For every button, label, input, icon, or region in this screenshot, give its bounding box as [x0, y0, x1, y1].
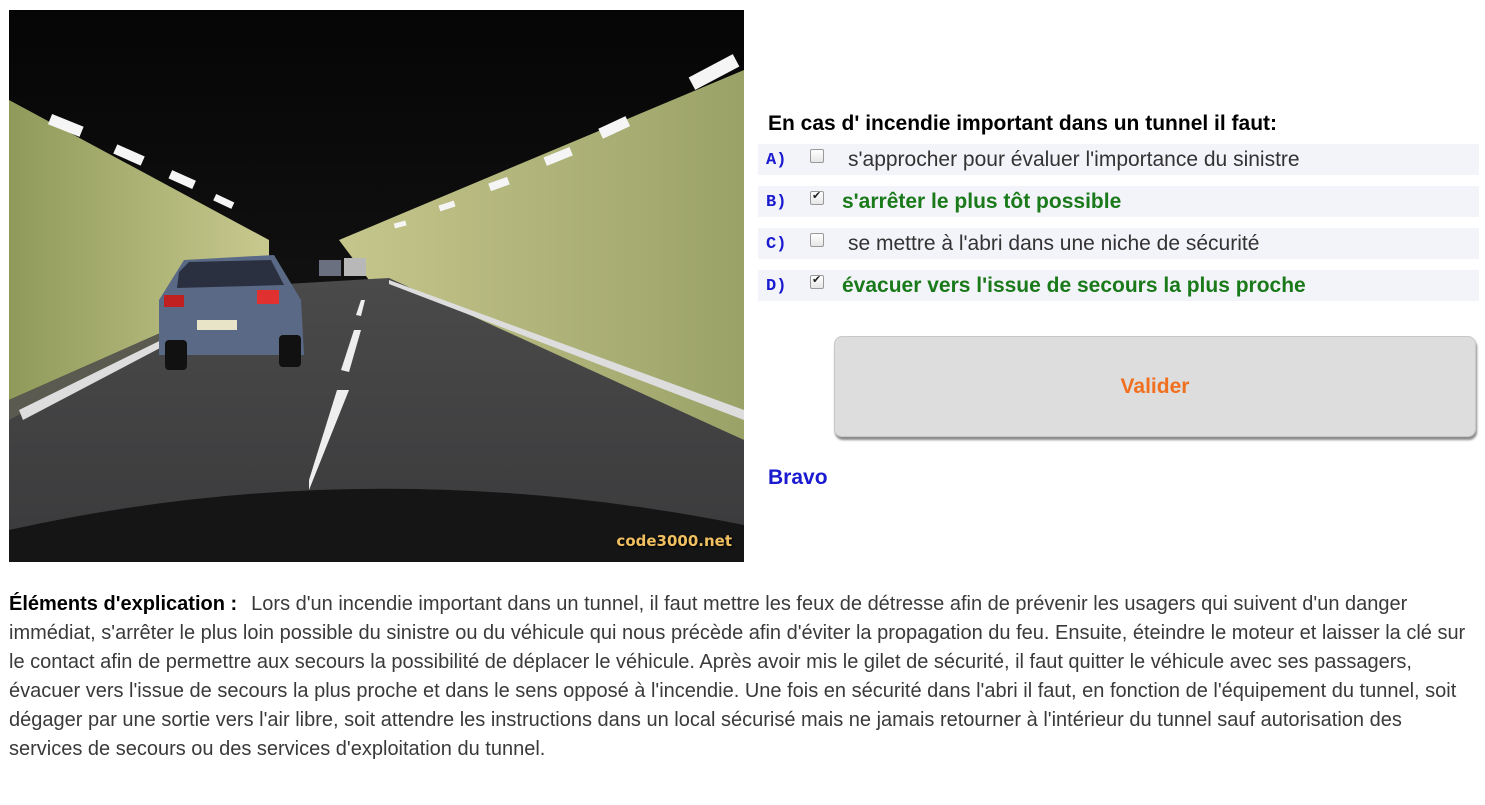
- answer-letter: D): [766, 277, 787, 296]
- question-photo: code3000.net: [9, 10, 744, 562]
- answer-list: A) s'approcher pour évaluer l'importance…: [758, 144, 1479, 312]
- answer-option-d[interactable]: D) évacuer vers l'issue de secours la pl…: [758, 270, 1479, 301]
- answer-label: se mettre à l'abri dans une niche de séc…: [848, 232, 1260, 255]
- photo-watermark: code3000.net: [616, 532, 732, 550]
- answer-checkbox[interactable]: [810, 189, 824, 205]
- answer-checkbox[interactable]: [810, 273, 824, 289]
- answer-option-c[interactable]: C) se mettre à l'abri dans une niche de …: [758, 228, 1479, 259]
- explanation-text: Lors d'un incendie important dans un tun…: [9, 593, 1466, 760]
- answer-option-a[interactable]: A) s'approcher pour évaluer l'importance…: [758, 144, 1479, 175]
- answer-label: évacuer vers l'issue de secours la plus …: [842, 274, 1306, 297]
- answer-label: s'approcher pour évaluer l'importance du…: [848, 148, 1300, 171]
- answer-checkbox[interactable]: [810, 149, 824, 163]
- explanation-block: Éléments d'explication : Lors d'un incend…: [9, 590, 1477, 764]
- validate-button[interactable]: Valider: [834, 336, 1476, 437]
- answer-letter: B): [766, 193, 787, 212]
- question-text: En cas d' incendie important dans un tun…: [768, 112, 1278, 135]
- feedback-message: Bravo: [768, 466, 828, 489]
- answer-checkbox[interactable]: [810, 233, 824, 247]
- answer-option-b[interactable]: B) s'arrêter le plus tôt possible: [758, 186, 1479, 217]
- answer-label: s'arrêter le plus tôt possible: [842, 190, 1122, 213]
- explanation-heading: Éléments d'explication :: [9, 593, 238, 615]
- answer-letter: A): [766, 151, 787, 170]
- tunnel-illustration: [9, 10, 744, 562]
- answer-letter: C): [766, 235, 787, 254]
- car-ahead: [159, 255, 304, 370]
